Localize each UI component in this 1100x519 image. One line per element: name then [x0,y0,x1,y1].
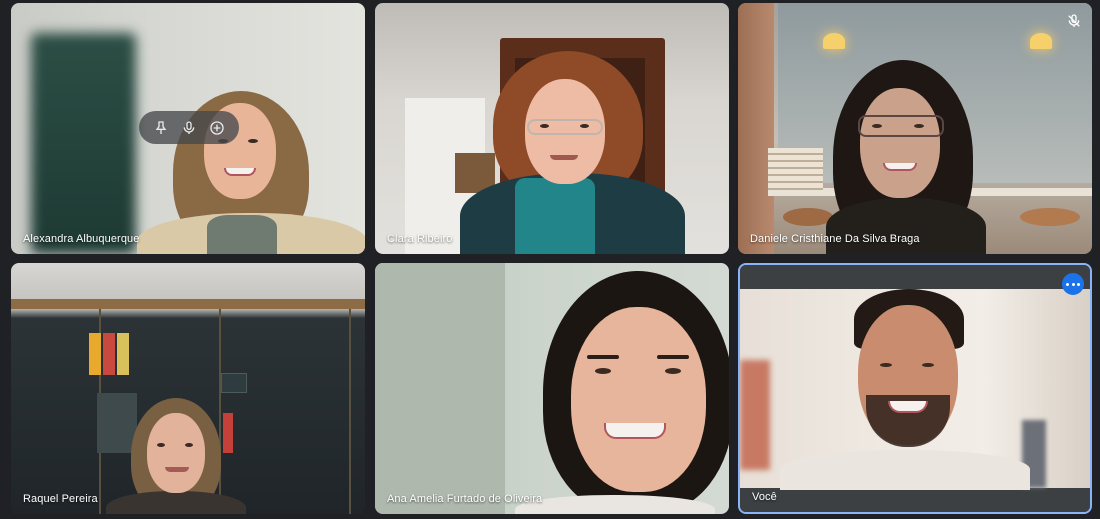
participant-tile-ana[interactable]: Ana Amelia Furtado de Oliveira [375,263,729,514]
participant-name: Raquel Pereira [23,493,98,505]
dot [1066,282,1070,286]
participant-name: Ana Amelia Furtado de Oliveira [387,493,543,505]
video-feed [375,3,729,254]
participant-tile-alexandra[interactable]: Alexandra Albuquerque [11,3,365,254]
mic-icon[interactable] [176,115,202,141]
participant-name: Daniele Cristhiane Da Silva Braga [750,233,920,245]
participant-name: Clara Ribeiro [387,233,453,245]
participant-tile-self[interactable]: Você [738,263,1092,514]
mic-off-icon [1068,14,1080,27]
video-feed [740,265,1090,512]
video-feed [738,3,1092,254]
participant-name: Alexandra Albuquerque [23,233,140,245]
participant-tile-clara[interactable]: Clara Ribeiro [375,3,729,254]
pin-icon[interactable] [148,115,174,141]
video-feed [375,263,729,514]
dot [1076,282,1080,286]
video-feed [11,263,365,514]
tile-hover-controls [139,111,239,144]
participant-tile-daniele[interactable]: Daniele Cristhiane Da Silva Braga [738,3,1092,254]
more-options-button[interactable] [1062,273,1084,295]
more-options-icon[interactable] [204,115,230,141]
participant-tile-raquel[interactable]: Raquel Pereira [11,263,365,514]
participant-name: Você [752,491,777,503]
dot [1071,282,1075,286]
